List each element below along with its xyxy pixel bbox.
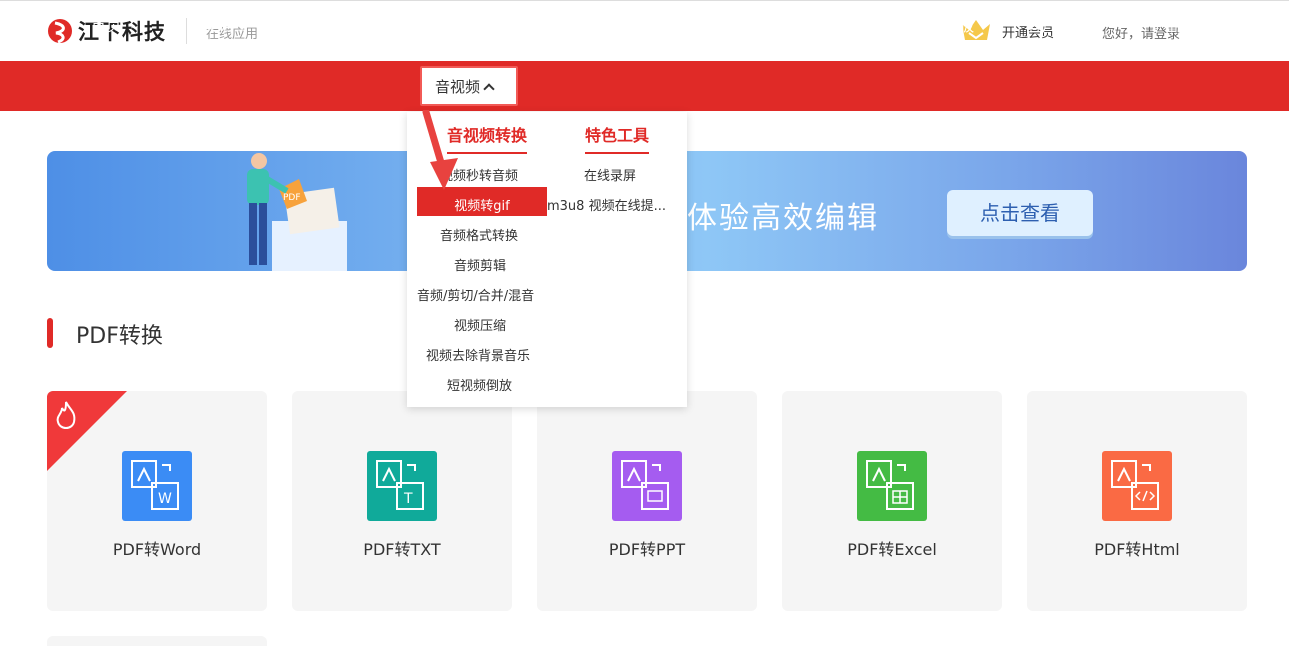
dd-audio-cut[interactable]: 音频剪辑 [454,255,506,274]
card-label: PDF转Excel [847,540,937,559]
svg-text:PDF: PDF [283,193,301,203]
dd-audio-merge[interactable]: 音频/剪切/合并/混音 [417,285,534,304]
card-pdf-to-txt[interactable]: T PDF转TXT [292,391,512,611]
nav-drawing[interactable]: 作图 [683,0,728,50]
logo-icon [48,19,72,44]
nav-images-label: 图片 [323,17,354,35]
nav-audio-video[interactable]: 音视频 [435,61,495,111]
nav-client-download-label: 客户端下载 [1027,17,1103,35]
dd-remove-bgm[interactable]: 视频去除背景音乐 [426,345,530,364]
nav-audio-video-label: 音视频 [435,78,481,96]
nav-chart-tools[interactable]: 图表工具 [787,0,862,50]
card-pdf-to-html[interactable]: PDF转Html [1027,391,1247,611]
chevron-down-icon [356,18,368,30]
dd-col2-title: 特色工具 [585,122,650,154]
nav-ppt-templates[interactable]: PPT模板 [917,0,974,50]
nav-product-manual[interactable]: 产品手册 [1155,0,1215,50]
banner-cta-button[interactable]: 点击查看 [947,190,1093,236]
card-label: PDF转PPT [608,540,686,559]
dd-video-compress[interactable]: 视频压缩 [454,315,506,334]
dd-screen-record[interactable]: 在线录屏 [584,165,636,184]
nav-docs[interactable]: 文档 [203,0,248,50]
pdf-excel-icon [857,451,927,521]
card-label: PDF转TXT [363,540,441,559]
dd-video-to-gif[interactable]: 视频转gif [417,195,547,214]
annotation-arrow-icon [422,110,458,190]
banner-slogan: 体验高效编辑 [687,201,879,236]
chevron-down-icon [850,18,862,30]
card-label: PDF转Html [1094,540,1180,559]
nav-other-tools[interactable]: 其他工具 [547,0,622,50]
svg-text:T: T [403,491,413,507]
section-marker [47,318,53,348]
card-label: PDF转Word [112,540,202,559]
logo-divider [186,18,187,44]
nav-images[interactable]: 图片 [323,0,368,50]
nav-home[interactable]: 首页 [91,0,121,50]
pdf-html-icon [1102,451,1172,521]
dd-reverse-video[interactable]: 短视频倒放 [447,375,512,394]
nav-chart-tools-label: 图表工具 [787,17,848,35]
flame-icon [56,401,76,429]
svg-text:W: W [158,491,172,507]
chevron-up-icon [483,83,495,95]
banner-illustration: PDF [247,153,347,271]
nav-home-label: 首页 [91,17,122,35]
card-pdf-to-excel[interactable]: PDF转Excel [782,391,1002,611]
chevron-down-icon [236,18,248,30]
pdf-txt-icon: T [367,451,437,521]
nav-ppt-templates-label: PPT模板 [917,17,975,35]
main-nav [0,61,1289,111]
next-row-card [47,636,267,646]
nav-other-tools-label: 其他工具 [547,17,608,35]
nav-product-manual-label: 产品手册 [1155,17,1216,35]
chevron-down-icon [610,18,622,30]
nav-docs-label: 文档 [203,17,234,35]
dd-audio-format[interactable]: 音频格式转换 [440,225,518,244]
section-title: PDF转换 [76,324,163,349]
nav-drawing-label: 作图 [683,17,714,35]
chevron-down-icon [716,18,728,30]
card-pdf-to-ppt[interactable]: PDF转PPT [537,391,757,611]
nav-client-download[interactable]: 客户端下载 [1027,0,1102,50]
pdf-word-icon: W [122,451,192,521]
pdf-ppt-icon [612,451,682,521]
dd-m3u8-extract[interactable]: m3u8 视频在线提... [547,195,666,214]
